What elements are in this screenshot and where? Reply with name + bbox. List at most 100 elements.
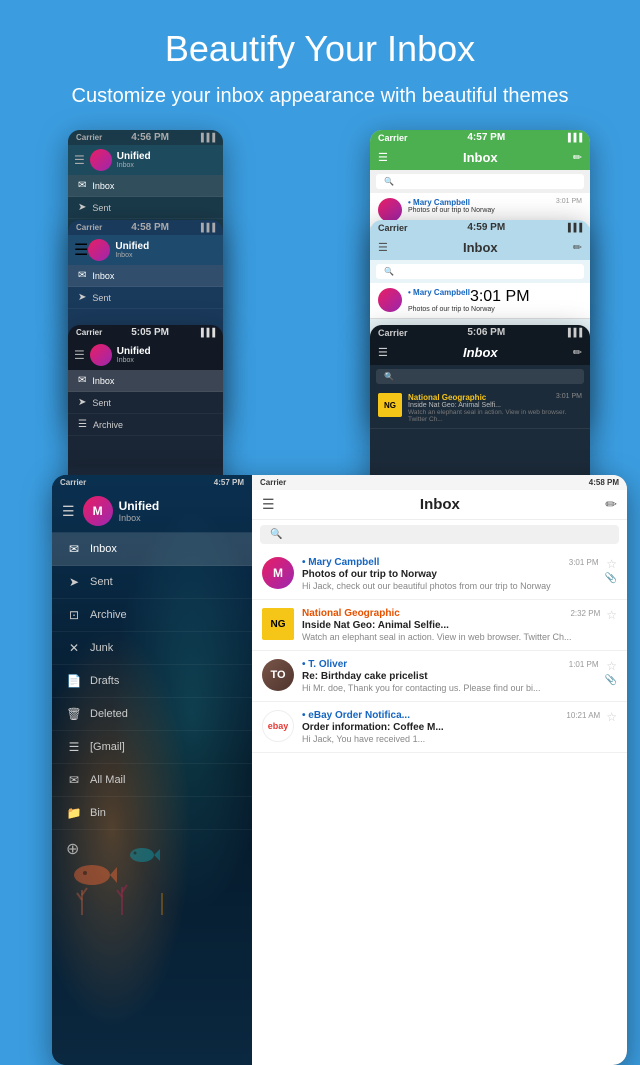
email-star-mary[interactable]: ☆ — [606, 557, 617, 571]
phone2-search[interactable]: 🔍 — [376, 174, 584, 189]
phone7-compose-btn[interactable]: ✏ — [605, 496, 617, 513]
email-attach-mary: 📎 — [605, 573, 617, 584]
phone7-menu-btn[interactable]: ☰ — [262, 496, 275, 513]
phone7-sidebar-deleted[interactable]: 🗑 Deleted — [52, 698, 252, 731]
main-title: Beautify Your Inbox — [40, 28, 600, 70]
email-content-toliver: • T. Oliver 1:01 PM Re: Birthday cake pr… — [302, 659, 599, 693]
phone2-sender-avatar — [378, 198, 402, 222]
email-actions-toliver: ☆ 📎 — [605, 659, 617, 686]
phone7-hamburger-icon[interactable]: ☰ — [62, 503, 75, 520]
email-avatar-toliver: TO — [262, 659, 294, 691]
phone7-sidebar-allmail[interactable]: ✉ All Mail — [52, 764, 252, 797]
phone6-compose-icon: ✏ — [573, 346, 582, 359]
phone7-junk-icon: ✕ — [66, 641, 82, 655]
phone7-sidebar-junk[interactable]: ✕ Junk — [52, 632, 252, 665]
phone5-status: Carrier 5:05 PM ▐▐▐ — [68, 325, 223, 340]
phone4-email-item[interactable]: • Mary Campbell 3:01 PM Photos of our tr… — [370, 283, 590, 319]
email-item-ebay[interactable]: ebay • eBay Order Notifica... 10:21 AM O… — [252, 702, 627, 753]
phone7-sidebar-content: Carrier 4:57 PM ☰ M Unified Inbox ✉ — [52, 475, 252, 868]
phone7-left-status: Carrier 4:57 PM — [52, 475, 252, 490]
phone7-right-status: Carrier 4:58 PM — [252, 475, 627, 490]
email-actions-ebay: ☆ — [606, 710, 617, 724]
phone7-search-icon: 🔍 — [270, 529, 282, 540]
phone7-add-account[interactable]: ⊕ — [52, 830, 252, 868]
phone7-account-info: Unified Inbox — [119, 499, 160, 523]
email-attach-toliver: 📎 — [605, 675, 617, 686]
phone4-compose-icon: ✏ — [573, 241, 582, 254]
phone3-avatar — [88, 239, 110, 261]
email-item-mary[interactable]: M • Mary Campbell 3:01 PM Photos of our … — [252, 549, 627, 600]
phone7-gmail-icon: ☰ — [66, 740, 82, 754]
email-content-natgeo: National Geographic 2:32 PM Inside Nat G… — [302, 608, 600, 642]
main-subtitle: Customize your inbox appearance with bea… — [40, 82, 600, 110]
phone1-account: Unified Inbox — [117, 151, 151, 169]
phone7-sidebar-drafts[interactable]: 📄 Drafts — [52, 665, 252, 698]
phone7-drafts-icon: 📄 — [66, 674, 82, 688]
email-avatar-ebay: ebay — [262, 710, 294, 742]
phone4-search[interactable]: 🔍 — [376, 264, 584, 279]
phone5-sidebar-header: ☰ Unified Inbox — [68, 340, 223, 370]
phone7-sidebar-archive[interactable]: ⊡ Archive — [52, 599, 252, 632]
phone1-sent-icon: ➤ — [78, 202, 86, 213]
phone-7-main: Carrier 4:57 PM ☰ M Unified Inbox ✉ — [52, 475, 627, 1065]
email-actions-mary: ☆ 📎 — [605, 557, 617, 584]
header: Beautify Your Inbox Customize your inbox… — [0, 0, 640, 130]
email-content-mary: • Mary Campbell 3:01 PM Photos of our tr… — [302, 557, 599, 591]
email-star-toliver[interactable]: ☆ — [606, 659, 617, 673]
phone2-status: Carrier 4:57 PM ▐▐▐ — [370, 130, 590, 145]
email-star-ebay[interactable]: ☆ — [606, 710, 617, 724]
phone6-email-content: National Geographic 3:01 PM Inside Nat G… — [408, 393, 582, 423]
phone7-sidebar: Carrier 4:57 PM ☰ M Unified Inbox ✉ — [52, 475, 252, 1065]
phone3-sent-icon: ➤ — [78, 292, 86, 303]
email-content-ebay: • eBay Order Notifica... 10:21 AM Order … — [302, 710, 600, 744]
phone5-archive-icon: ☰ — [78, 419, 87, 430]
phones-container: Carrier 4:56 PM ▐▐▐ ☰ Unified Inbox ✉ In… — [0, 130, 640, 910]
email-actions-natgeo: ☆ — [606, 608, 617, 622]
phone2-compose-icon: ✏ — [573, 151, 582, 164]
phone5-sent-icon: ➤ — [78, 397, 86, 408]
phone7-user-avatar: M — [83, 496, 113, 526]
phone3-hamburger-icon: ☰ — [74, 240, 88, 260]
phone2-email-content: • Mary Campbell 3:01 PM Photos of our tr… — [408, 198, 582, 222]
phone7-sidebar-bin[interactable]: 📁 Bin — [52, 797, 252, 830]
phone5-archive-item[interactable]: ☰ Archive — [68, 414, 223, 436]
phone7-emaillist: Carrier 4:58 PM ☰ Inbox ✏ 🔍 M — [252, 475, 627, 1065]
phone5-inbox-item[interactable]: ✉ Inbox — [68, 370, 223, 392]
phone1-inbox-item[interactable]: ✉ Inbox — [68, 175, 223, 197]
phone5-sent-item[interactable]: ➤ Sent — [68, 392, 223, 414]
email-item-natgeo[interactable]: NG National Geographic 2:32 PM Inside Na… — [252, 600, 627, 651]
phone7-sidebar-header: ☰ M Unified Inbox — [52, 490, 252, 533]
phone6-email-item[interactable]: NG National Geographic 3:01 PM Inside Na… — [370, 388, 590, 429]
phone7-add-icon: ⊕ — [66, 839, 79, 859]
phone7-email-list: M • Mary Campbell 3:01 PM Photos of our … — [252, 549, 627, 1065]
email-star-natgeo[interactable]: ☆ — [606, 608, 617, 622]
phone3-account: Unified Inbox — [115, 241, 149, 259]
phone7-sidebar-sent[interactable]: ➤ Sent — [52, 566, 252, 599]
phone1-sent-item[interactable]: ➤ Sent — [68, 197, 223, 219]
phone3-status: Carrier 4:58 PM ▐▐▐ — [68, 220, 223, 235]
phone1-inbox-icon: ✉ — [78, 180, 86, 191]
email-avatar-mary: M — [262, 557, 294, 589]
phone2-inbox-header: ☰ Inbox ✏ — [370, 145, 590, 170]
phone7-sent-icon: ➤ — [66, 575, 82, 589]
phone5-hamburger-icon: ☰ — [74, 348, 85, 362]
phone4-menu-icon: ☰ — [378, 241, 388, 254]
email-item-toliver[interactable]: TO • T. Oliver 1:01 PM Re: Birthday cake… — [252, 651, 627, 702]
phone5-account: Unified Inbox — [117, 346, 151, 364]
phone3-sent-item[interactable]: ➤ Sent — [68, 287, 223, 309]
phone3-inbox-item[interactable]: ✉ Inbox — [68, 265, 223, 287]
phone7-archive-icon: ⊡ — [66, 608, 82, 622]
phone1-hamburger-icon: ☰ — [74, 153, 85, 167]
phone4-status: Carrier 4:59 PM ▐▐▐ — [370, 220, 590, 235]
email-avatar-natgeo: NG — [262, 608, 294, 640]
phone7-inbox-icon: ✉ — [66, 542, 82, 556]
phone7-sidebar-inbox[interactable]: ✉ Inbox — [52, 533, 252, 566]
phone6-search[interactable]: 🔍 — [376, 369, 584, 384]
phone5-inbox-icon: ✉ — [78, 375, 86, 386]
phone7-deleted-icon: 🗑 — [66, 707, 82, 721]
phone7-search-bar[interactable]: 🔍 — [260, 525, 619, 544]
phone7-sidebar-gmail[interactable]: ☰ [Gmail] — [52, 731, 252, 764]
phone4-sender-avatar — [378, 288, 402, 312]
phone3-sidebar-header: ☰ Unified Inbox — [68, 235, 223, 265]
phone4-email-content: • Mary Campbell 3:01 PM Photos of our tr… — [408, 288, 530, 313]
